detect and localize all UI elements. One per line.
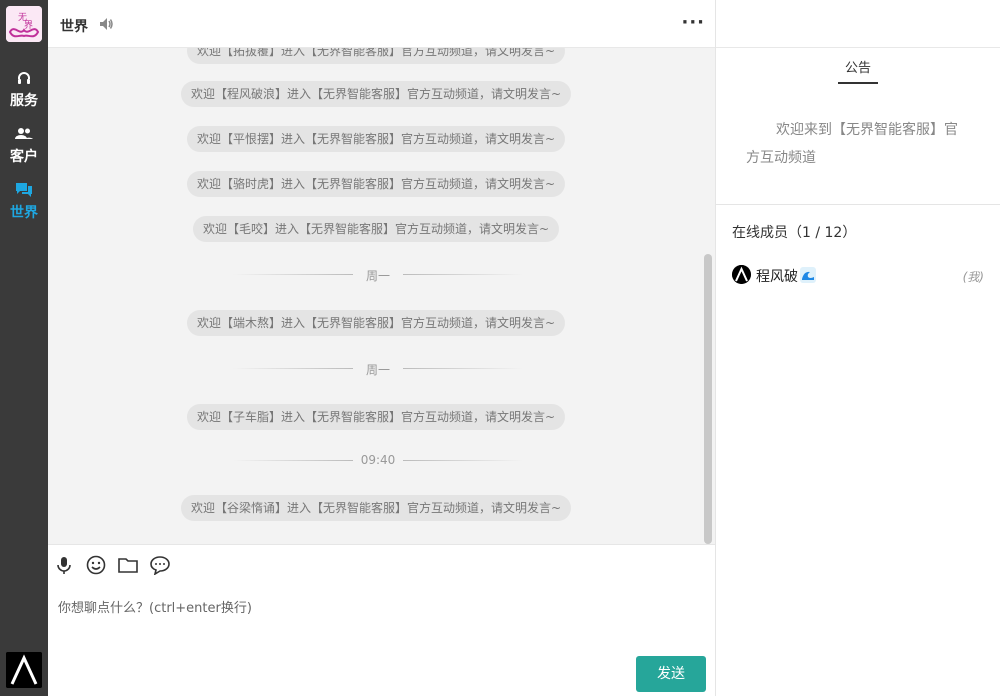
headset-icon (0, 70, 48, 88)
sidebar-item-service[interactable]: 服务 (0, 70, 48, 110)
wave-icon (800, 267, 816, 283)
comment-icon[interactable] (150, 555, 170, 576)
svg-text:界: 界 (24, 20, 33, 31)
sidebar-item-label: 世界 (10, 205, 38, 221)
system-message: 欢迎【端木熬】进入【无界智能客服】官方互动频道，请文明发言~ (186, 310, 566, 336)
sidebar-item-label: 客户 (10, 149, 38, 165)
chat-icon (0, 182, 48, 200)
system-message: 欢迎【骆时虎】进入【无界智能客服】官方互动频道，请文明发言~ (186, 171, 566, 197)
microphone-icon[interactable] (54, 555, 74, 575)
emoji-icon[interactable] (86, 555, 106, 575)
panel-header (716, 0, 1000, 48)
sidebar: 无 界 服务 客户 世界 (0, 0, 48, 696)
system-message: 欢迎【子车脂】进入【无界智能客服】官方互动频道，请文明发言~ (186, 404, 566, 430)
time-divider: 09:40 (233, 453, 523, 467)
sidebar-item-world[interactable]: 世界 (0, 182, 48, 222)
input-placeholder: 你想聊点什么？(ctrl+enter换行) (58, 601, 252, 616)
system-message: 欢迎【平恨摆】进入【无界智能客服】官方互动频道，请文明发言~ (186, 126, 566, 152)
more-options-button[interactable]: ··· (681, 12, 705, 33)
user-avatar[interactable] (6, 652, 42, 688)
member-avatar (732, 265, 751, 284)
member-name: 程风破 (756, 269, 798, 285)
system-message: 欢迎【谷梁惰诵】进入【无界智能客服】官方互动频道，请文明发言~ (180, 495, 572, 521)
speaker-icon[interactable] (98, 16, 114, 36)
folder-icon[interactable] (118, 555, 138, 575)
sidebar-item-label: 服务 (10, 93, 38, 109)
divider (716, 204, 1000, 205)
app-logo[interactable]: 无 界 (6, 6, 42, 42)
system-message: 欢迎【毛咬】进入【无界智能客服】官方互动频道，请文明发言~ (192, 216, 560, 242)
channel-info-panel: 公告 欢迎来到【无界智能客服】官方互动频道 在线成员（1 / 12） 程风破 (… (716, 0, 1000, 696)
member-item[interactable]: 程风破 (我) (732, 264, 984, 286)
message-list[interactable]: 欢迎【拓拔覆】进入【无界智能客服】官方互动频道，请文明发言~ 欢迎【程风破浪】进… (48, 48, 715, 544)
tab-announcement[interactable]: 公告 (838, 57, 878, 84)
date-divider: 周一 (233, 361, 523, 377)
channel-title: 世界 (60, 19, 88, 35)
send-button[interactable]: 发送 (636, 656, 706, 692)
scrollbar-thumb[interactable] (704, 254, 712, 544)
chat-panel: 世界 ··· 欢迎【拓拔覆】进入【无界智能客服】官方互动频道，请文明发言~ 欢迎… (48, 0, 716, 696)
message-input[interactable]: 你想聊点什么？(ctrl+enter换行) 发送 (48, 585, 715, 696)
self-tag: (我) (962, 270, 984, 284)
users-icon (0, 126, 48, 144)
system-message: 欢迎【拓拔覆】进入【无界智能客服】官方互动频道，请文明发言~ (186, 48, 566, 64)
date-divider: 周一 (233, 267, 523, 283)
online-members-title: 在线成员（1 / 12） (732, 225, 857, 241)
system-message: 欢迎【程风破浪】进入【无界智能客服】官方互动频道，请文明发言~ (180, 81, 572, 107)
chat-header: 世界 ··· (48, 0, 715, 48)
announcement-text: 欢迎来到【无界智能客服】官方互动频道 (746, 122, 958, 166)
composer-toolbar (48, 544, 715, 585)
sidebar-item-customers[interactable]: 客户 (0, 126, 48, 166)
